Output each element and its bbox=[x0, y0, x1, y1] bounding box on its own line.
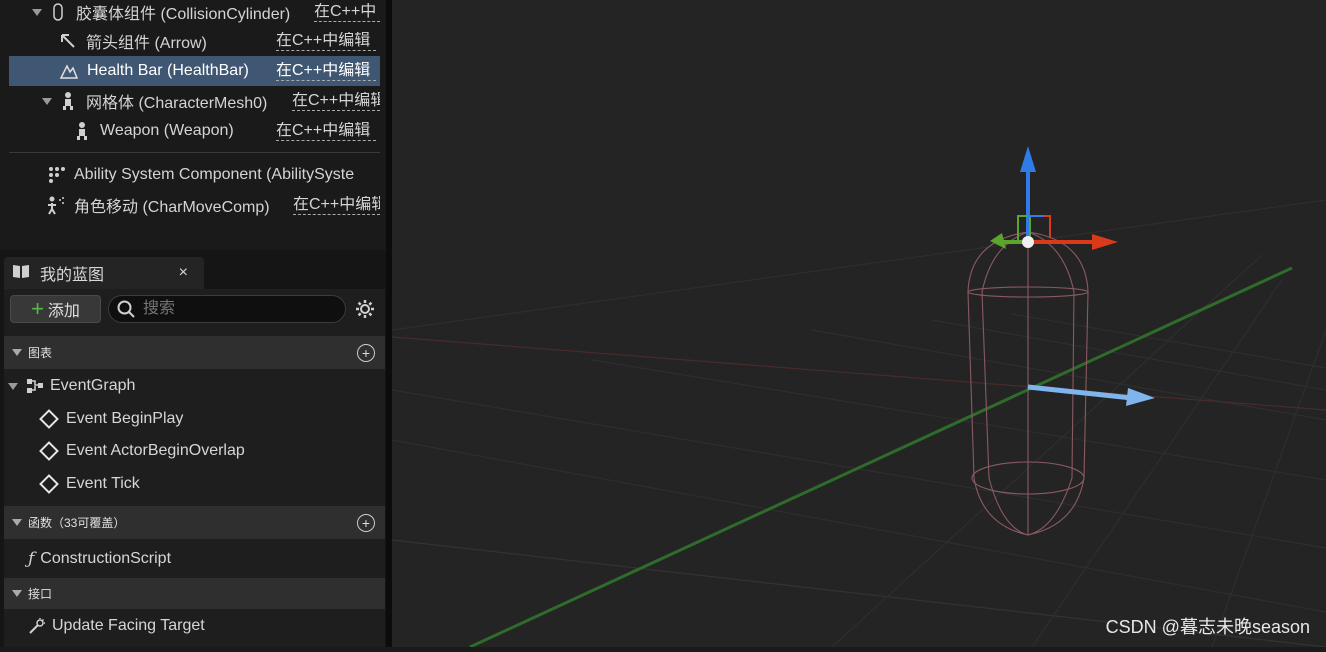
component-row-mesh[interactable]: 网格体 (CharacterMesh0) bbox=[42, 86, 292, 116]
component-label: 网格体 (CharacterMesh0) bbox=[86, 95, 268, 112]
book-icon bbox=[12, 263, 30, 284]
interface-function-icon bbox=[28, 617, 46, 635]
grid-lines bbox=[391, 199, 1326, 648]
tab-title: 我的蓝图 bbox=[40, 267, 105, 284]
section-title: 接口 bbox=[28, 587, 53, 601]
viewport-scene bbox=[391, 146, 1326, 649]
collapse-caret-icon[interactable] bbox=[12, 590, 22, 597]
edit-in-cpp-link[interactable]: 在C++中编辑 bbox=[276, 62, 376, 81]
event-node-icon bbox=[39, 409, 59, 429]
transform-gizmo bbox=[990, 146, 1118, 250]
widget-component-icon bbox=[59, 61, 79, 81]
skeletal-mesh-icon bbox=[58, 91, 78, 111]
item-label: Event Tick bbox=[66, 475, 140, 492]
component-row-charmove[interactable]: 角色移动 (CharMoveComp) bbox=[46, 190, 292, 220]
item-label: EventGraph bbox=[50, 377, 136, 394]
expand-caret-icon[interactable] bbox=[32, 8, 42, 16]
expand-caret-icon[interactable] bbox=[42, 97, 52, 105]
section-interfaces[interactable]: 接口 bbox=[4, 578, 385, 609]
add-function-icon[interactable]: + bbox=[357, 513, 375, 532]
event-node-icon bbox=[39, 441, 59, 461]
section-title: 图表 bbox=[28, 346, 53, 360]
gear-icon[interactable] bbox=[355, 299, 375, 324]
component-label: 角色移动 (CharMoveComp) bbox=[74, 199, 270, 216]
search-input[interactable] bbox=[141, 299, 335, 319]
event-node-icon bbox=[39, 474, 59, 494]
component-row-ability-system[interactable]: Ability System Component (AbilitySyste bbox=[46, 160, 380, 190]
event-graph-item[interactable]: EventGraph bbox=[8, 371, 135, 401]
x-axis-line bbox=[391, 336, 1326, 411]
event-item[interactable]: Event ActorBeginOverlap bbox=[38, 436, 245, 466]
viewport[interactable]: CSDN @暮志未晚season bbox=[391, 0, 1326, 649]
event-graph-icon bbox=[26, 378, 44, 394]
edit-in-cpp-link[interactable]: 在C++中编辑 bbox=[292, 92, 380, 111]
search-box[interactable] bbox=[108, 295, 346, 323]
search-icon bbox=[117, 300, 135, 318]
component-row-weapon[interactable]: Weapon (Weapon) bbox=[72, 116, 272, 146]
skeletal-mesh-icon bbox=[72, 121, 92, 141]
edit-in-cpp-link[interactable]: 在C++中 bbox=[314, 3, 380, 22]
edit-in-cpp-link[interactable]: 在C++中编辑 bbox=[276, 32, 376, 51]
event-item[interactable]: Event BeginPlay bbox=[38, 404, 183, 434]
left-panel: 胶囊体组件 (CollisionCylinder) 在C++中 箭头组件 (Ar… bbox=[0, 0, 392, 647]
watermark-text: CSDN @暮志未晚season bbox=[1105, 617, 1310, 637]
forward-arrow bbox=[1027, 384, 1155, 406]
my-blueprint-tab[interactable]: 我的蓝图 × bbox=[4, 257, 204, 289]
section-functions[interactable]: 函数（33可覆盖） + bbox=[4, 506, 385, 539]
component-label: 箭头组件 (Arrow) bbox=[86, 35, 207, 52]
collapse-caret-icon[interactable] bbox=[12, 349, 22, 356]
plus-icon: + bbox=[31, 296, 44, 321]
interface-item[interactable]: Update Facing Target bbox=[28, 611, 205, 641]
close-icon[interactable]: × bbox=[179, 264, 188, 282]
edit-in-cpp-link[interactable]: 在C++中编辑 bbox=[293, 196, 380, 215]
component-label: Weapon (Weapon) bbox=[100, 122, 234, 139]
section-graphs[interactable]: 图表 + bbox=[4, 336, 385, 369]
capsule-component-icon bbox=[48, 2, 68, 22]
section-title: 函数（33可覆盖） bbox=[28, 516, 126, 530]
character-movement-icon bbox=[46, 195, 66, 215]
add-button-label: 添加 bbox=[47, 303, 80, 320]
function-icon: ƒ bbox=[28, 549, 35, 569]
item-label: Update Facing Target bbox=[52, 617, 205, 634]
components-panel: 胶囊体组件 (CollisionCylinder) 在C++中 箭头组件 (Ar… bbox=[0, 0, 386, 250]
collapse-caret-icon[interactable] bbox=[12, 519, 22, 526]
add-graph-icon[interactable]: + bbox=[357, 343, 375, 362]
expand-caret-icon[interactable] bbox=[8, 382, 18, 390]
component-label: Health Bar (HealthBar) bbox=[87, 62, 249, 79]
y-axis-line bbox=[469, 266, 1293, 649]
event-item[interactable]: Event Tick bbox=[38, 469, 140, 499]
actor-component-icon bbox=[46, 165, 66, 185]
arrow-component-icon bbox=[58, 31, 78, 51]
component-row-arrow[interactable]: 箭头组件 (Arrow) bbox=[58, 26, 268, 56]
item-label: Event BeginPlay bbox=[66, 410, 184, 427]
item-label: ConstructionScript bbox=[40, 550, 172, 567]
edit-in-cpp-link[interactable]: 在C++中编辑 bbox=[276, 122, 376, 141]
add-button[interactable]: + 添加 bbox=[10, 295, 101, 323]
component-label: Ability System Component (AbilitySyste bbox=[74, 166, 355, 183]
function-item[interactable]: ƒ ConstructionScript bbox=[28, 544, 171, 574]
component-label: 胶囊体组件 (CollisionCylinder) bbox=[76, 6, 291, 23]
separator bbox=[9, 152, 380, 153]
item-label: Event ActorBeginOverlap bbox=[66, 442, 245, 459]
